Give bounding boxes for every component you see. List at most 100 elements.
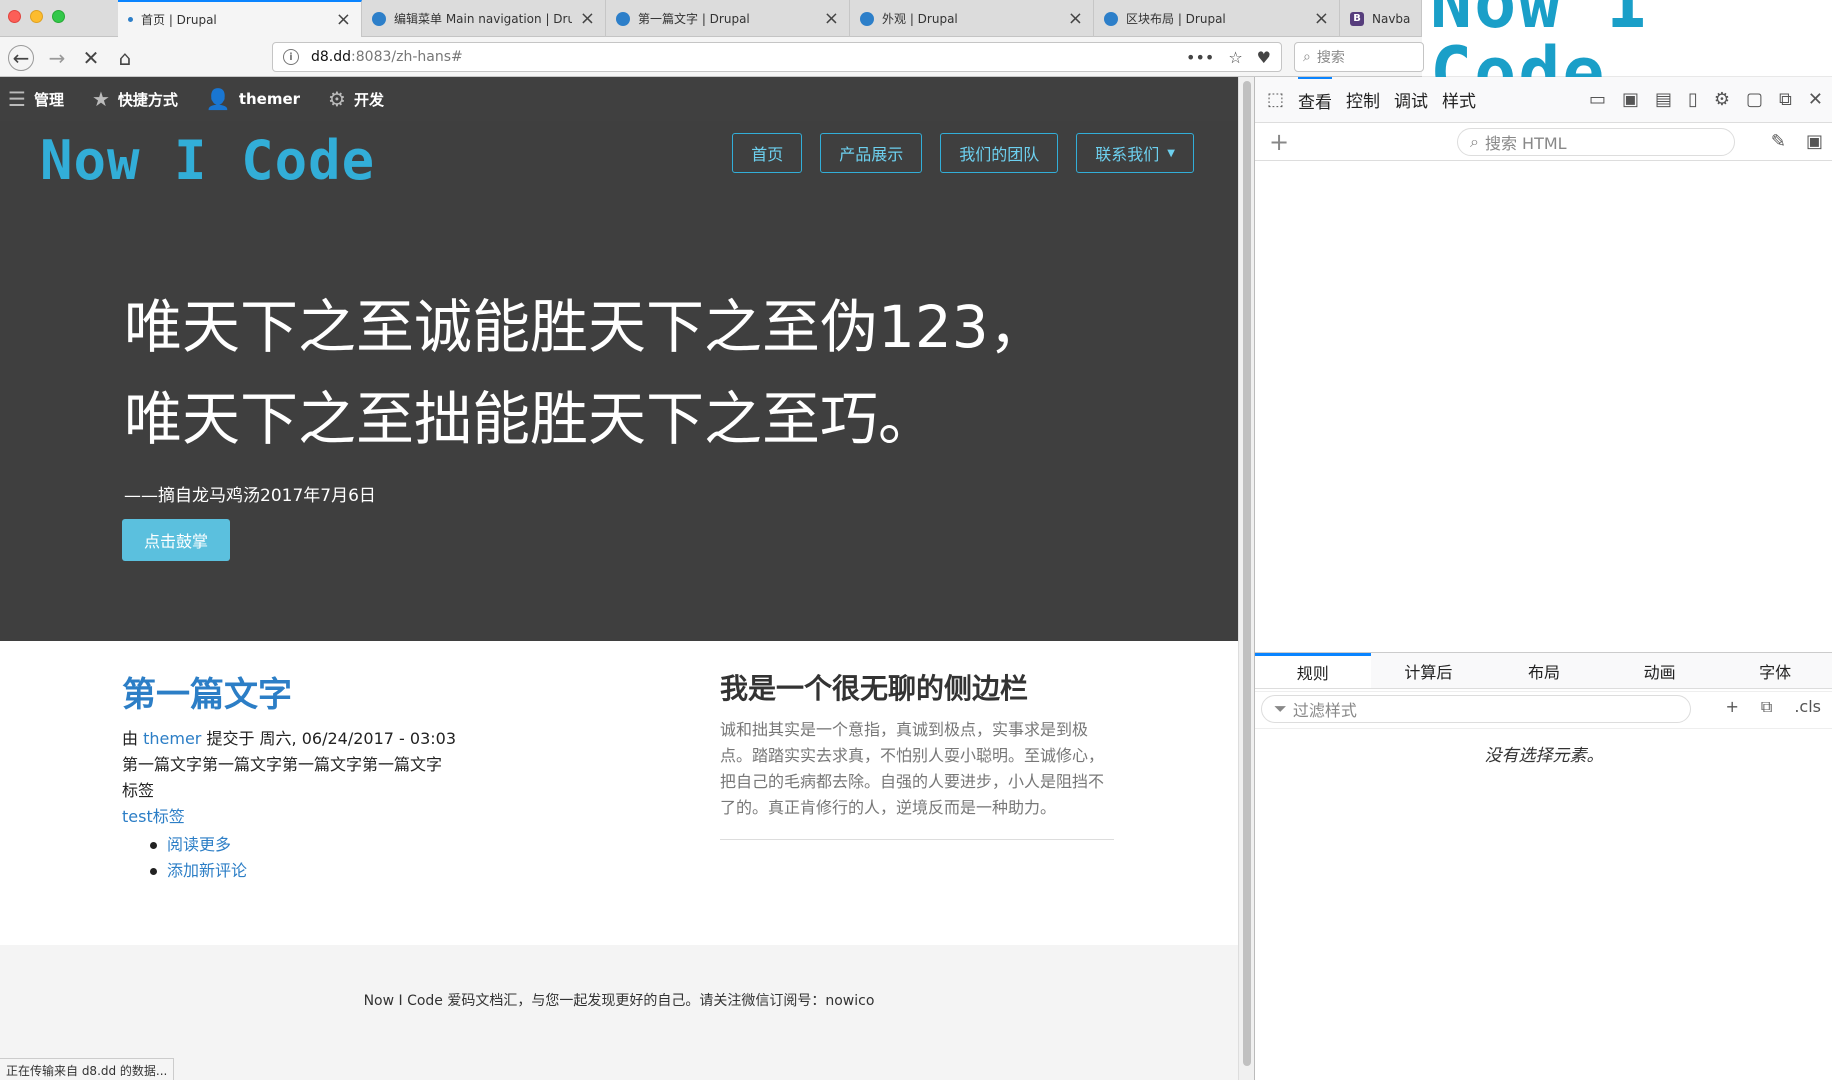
meta-by: 由 bbox=[122, 729, 139, 748]
pick-element-icon[interactable]: ⬚ bbox=[1267, 89, 1284, 110]
status-bar: 正在传输来自 d8.dd 的数据... bbox=[0, 1058, 175, 1080]
screenshot-icon[interactable]: ▣ bbox=[1806, 131, 1823, 152]
tab-computed[interactable]: 计算后 bbox=[1371, 653, 1487, 688]
cls-toggle[interactable]: .cls bbox=[1794, 697, 1821, 717]
scrollbar-thumb[interactable] bbox=[1243, 81, 1251, 1066]
calendar-icon[interactable]: ▤ bbox=[1655, 89, 1672, 110]
tab-rules[interactable]: 规则 bbox=[1255, 653, 1371, 688]
no-element-message: 没有选择元素。 bbox=[1484, 746, 1604, 766]
tab-animations[interactable]: 动画 bbox=[1602, 653, 1718, 688]
responsive-icon[interactable]: ▯ bbox=[1688, 89, 1698, 110]
drupal-icon bbox=[1104, 11, 1118, 26]
applaud-button[interactable]: 点击鼓掌 bbox=[122, 519, 230, 561]
add-comment-link[interactable]: 添加新评论 bbox=[150, 858, 522, 884]
filter-placeholder: 过滤样式 bbox=[1292, 701, 1357, 720]
meta-date: 提交于 周六, 06/24/2017 - 03:03 bbox=[206, 729, 457, 748]
tags-label: 标签 bbox=[122, 781, 155, 800]
article-meta: 由 themer 提交于 周六, 06/24/2017 - 03:03 bbox=[122, 726, 522, 752]
url-host: d8.dd bbox=[311, 49, 352, 65]
hero-section: Now I Code 首页 产品展示 我们的团队 联系我们 ▼ 唯天下之至诚能胜… bbox=[0, 121, 1238, 641]
menu-icon: ☰ bbox=[8, 87, 26, 111]
nav-products[interactable]: 产品展示 bbox=[820, 133, 923, 173]
dock-icon[interactable]: ▢ bbox=[1746, 89, 1763, 110]
browser-navbar: ← → ✕ ⌂ i d8.dd :8083/zh-hans# ••• ☆ ♥ ⌕… bbox=[0, 37, 1424, 77]
hero-headline: 唯天下之至诚能胜天下之至伪123， 唯天下之至拙能胜天下之至巧。 bbox=[124, 281, 1124, 465]
browser-tab-navbar[interactable]: B Navbar bbox=[1340, 0, 1422, 37]
devtools-tab-debugger[interactable]: 调试 bbox=[1394, 77, 1428, 123]
search-input[interactable]: ⌕ 搜索 bbox=[1294, 42, 1424, 72]
sidebar-text: 诚和拙其实是一个意指，真诚到极点，实事求是到极点。踏踏实实去求真，不怕别人耍小聪… bbox=[720, 720, 1105, 817]
browser-tab-first-article[interactable]: 第一篇文字 | Drupal × bbox=[606, 0, 850, 37]
scratchpad-icon[interactable]: ▣ bbox=[1622, 89, 1639, 110]
drupal-icon bbox=[860, 11, 874, 26]
browser-tab-block-layout[interactable]: 区块布局 | Drupal × bbox=[1094, 0, 1340, 37]
close-devtools-icon[interactable]: ✕ bbox=[1808, 89, 1823, 110]
star-icon: ★ bbox=[91, 87, 110, 111]
article-title[interactable]: 第一篇文字 bbox=[122, 667, 522, 716]
tab-title: 编辑菜单 Main navigation | Drup bbox=[394, 12, 572, 26]
caret-down-icon: ▼ bbox=[1167, 147, 1175, 159]
bookmark-star-icon[interactable]: ☆ bbox=[1228, 48, 1242, 67]
eyedropper-icon[interactable]: ✎ bbox=[1771, 131, 1786, 152]
hero-line-1: 唯天下之至诚能胜天下之至伪123， bbox=[124, 293, 1047, 361]
toolbar-item-user[interactable]: 👤 themer bbox=[206, 87, 300, 111]
forward-icon[interactable]: → bbox=[44, 45, 70, 71]
toggle-pseudo-icon[interactable]: ⧉ bbox=[1761, 697, 1772, 717]
nav-contact-label: 联系我们 bbox=[1095, 145, 1160, 164]
toolbar-item-devel[interactable]: ⚙ 开发 bbox=[328, 87, 384, 111]
site-logo[interactable]: Now I Code bbox=[40, 129, 375, 192]
devtools-toolbar: ⬚ 查看 控制 调试 样式 ▭ ▣ ▤ ▯ ⚙ ▢ ⧉ ✕ bbox=[1255, 76, 1832, 123]
separate-window-icon[interactable]: ⧉ bbox=[1779, 89, 1792, 110]
nav-team[interactable]: 我们的团队 bbox=[940, 133, 1059, 173]
pocket-icon[interactable]: ♥ bbox=[1257, 48, 1271, 67]
info-icon[interactable]: i bbox=[283, 49, 299, 65]
author-link[interactable]: themer bbox=[143, 729, 201, 748]
hero-source: ——摘自龙马鸡汤2017年7月6日 bbox=[124, 486, 376, 506]
read-more-link[interactable]: 阅读更多 bbox=[150, 832, 522, 858]
close-tab-icon[interactable]: × bbox=[1068, 8, 1083, 29]
close-tab-icon[interactable]: × bbox=[1314, 8, 1329, 29]
devtools-tab-style[interactable]: 样式 bbox=[1442, 77, 1476, 123]
toolbar-item-shortcuts[interactable]: ★ 快捷方式 bbox=[92, 87, 178, 111]
browser-tab-home[interactable]: 首页 | Drupal × bbox=[118, 0, 362, 37]
nav-contact[interactable]: 联系我们 ▼ bbox=[1076, 133, 1194, 173]
nav-home[interactable]: 首页 bbox=[732, 133, 803, 173]
home-icon[interactable]: ⌂ bbox=[112, 45, 138, 71]
maximize-window-button[interactable] bbox=[52, 10, 65, 23]
layout-icon[interactable]: ▭ bbox=[1589, 89, 1606, 110]
devtools-tab-inspector[interactable]: 查看 bbox=[1298, 76, 1333, 123]
tab-title: Navbar bbox=[1372, 11, 1411, 26]
browser-tab-appearance[interactable]: 外观 | Drupal × bbox=[850, 0, 1094, 37]
more-actions-icon[interactable]: ••• bbox=[1186, 48, 1214, 67]
drupal-icon bbox=[372, 11, 386, 26]
sidebar: 我是一个很无聊的侧边栏 诚和拙其实是一个意指，真诚到极点，实事求是到极点。踏踏实… bbox=[720, 667, 1114, 840]
back-icon[interactable]: ← bbox=[8, 45, 34, 71]
stop-loading-icon[interactable]: ✕ bbox=[78, 45, 104, 71]
page-scrollbar[interactable] bbox=[1238, 77, 1254, 1080]
tab-fonts[interactable]: 字体 bbox=[1717, 653, 1832, 688]
tag-link[interactable]: test标签 bbox=[122, 804, 522, 830]
add-rule-icon[interactable]: + bbox=[1725, 697, 1738, 717]
browser-tab-edit-menu[interactable]: 编辑菜单 Main navigation | Drup × bbox=[362, 0, 606, 37]
close-tab-icon[interactable]: × bbox=[336, 9, 351, 30]
drupal-icon bbox=[616, 11, 630, 26]
close-tab-icon[interactable]: × bbox=[824, 8, 839, 29]
loading-icon bbox=[128, 17, 133, 22]
search-icon: ⌕ bbox=[1470, 132, 1479, 151]
minimize-window-button[interactable] bbox=[30, 10, 43, 23]
rules-tabs: 规则 计算后 布局 动画 字体 bbox=[1255, 653, 1832, 689]
add-node-icon[interactable]: + bbox=[1269, 128, 1289, 156]
close-tab-icon[interactable]: × bbox=[580, 8, 595, 29]
bootstrap-icon: B bbox=[1350, 11, 1364, 26]
devtools-tab-console[interactable]: 控制 bbox=[1346, 77, 1380, 123]
toolbar-item-manage[interactable]: ☰ 管理 bbox=[8, 87, 64, 111]
address-bar[interactable]: i d8.dd :8083/zh-hans# ••• ☆ ♥ bbox=[272, 42, 1282, 72]
devtools-panel: ⬚ 查看 控制 调试 样式 ▭ ▣ ▤ ▯ ⚙ ▢ ⧉ ✕ + ⌕ 搜索 HTM… bbox=[1254, 76, 1832, 1080]
close-window-button[interactable] bbox=[8, 10, 21, 23]
tab-layout[interactable]: 布局 bbox=[1486, 653, 1602, 688]
search-placeholder: 搜索 bbox=[1316, 50, 1345, 66]
search-html-input[interactable]: ⌕ 搜索 HTML bbox=[1457, 128, 1735, 156]
tab-title: 第一篇文字 | Drupal bbox=[638, 12, 750, 26]
filter-styles-input[interactable]: ⏷ 过滤样式 bbox=[1261, 695, 1691, 723]
settings-icon[interactable]: ⚙ bbox=[1714, 89, 1730, 110]
